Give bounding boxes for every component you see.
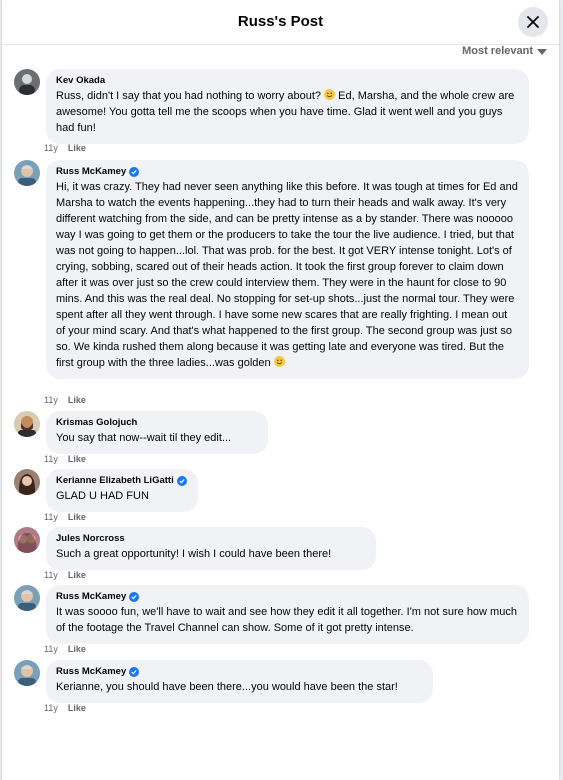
like-button[interactable]: Like — [68, 644, 86, 654]
like-button[interactable]: Like — [68, 454, 86, 464]
dialog-title: Russ's Post — [237, 13, 324, 30]
comment-bubble: Kev Okada Russ, didn't I say that you ha… — [46, 69, 529, 144]
comment-time[interactable]: 11y — [44, 703, 58, 713]
author-name[interactable]: Kev Okada — [56, 74, 105, 87]
avatar[interactable] — [14, 585, 40, 611]
comment-bubble: Russ McKamey It was soooo fun, we'll hav… — [46, 585, 529, 644]
avatar[interactable] — [14, 69, 40, 95]
comment-meta: 11y Like — [44, 570, 86, 580]
verified-badge-icon — [176, 475, 187, 486]
comment-meta: 11y Like — [44, 512, 86, 522]
comment-bubble: Jules Norcross Such a great opportunity!… — [46, 527, 376, 570]
like-button[interactable]: Like — [68, 703, 86, 713]
verified-badge-icon — [129, 166, 140, 177]
author-name[interactable]: Kerianne Elizabeth LiGatti — [56, 474, 174, 487]
comment-text: You say that now--wait til they edit... — [56, 432, 232, 444]
comment-text: Hi, it was crazy. They had never seen an… — [56, 179, 519, 371]
comment-author[interactable]: Russ McKamey — [56, 665, 423, 678]
comment-time[interactable]: 11y — [44, 395, 58, 405]
author-name[interactable]: Russ McKamey — [56, 665, 126, 678]
close-button[interactable] — [518, 7, 548, 37]
like-button[interactable]: Like — [68, 570, 86, 580]
like-button[interactable]: Like — [68, 512, 86, 522]
comment-time[interactable]: 11y — [44, 644, 58, 654]
comment-author[interactable]: Krismas Golojuch — [56, 416, 258, 429]
like-button[interactable]: Like — [68, 143, 86, 153]
verified-badge-icon — [129, 666, 140, 677]
avatar[interactable] — [14, 411, 40, 437]
comment-text: Russ, didn't I say that you had nothing … — [56, 88, 519, 136]
post-dialog: Russ's Post Most relevant Kev Okada Russ… — [2, 0, 559, 780]
avatar[interactable] — [14, 469, 40, 495]
comment-author[interactable]: Russ McKamey — [56, 165, 519, 178]
dialog-header: Russ's Post — [2, 0, 559, 45]
comment-author[interactable]: Kerianne Elizabeth LiGatti — [56, 474, 188, 487]
comment-author[interactable]: Russ McKamey — [56, 590, 519, 603]
sort-label: Most relevant — [462, 45, 533, 57]
comment-bubble: Krismas Golojuch You say that now--wait … — [46, 411, 268, 454]
smile-emoji-icon — [273, 356, 285, 367]
comment-time[interactable]: 11y — [44, 143, 58, 153]
comment-text: It was soooo fun, we'll have to wait and… — [56, 606, 517, 634]
comment-author[interactable]: Jules Norcross — [56, 532, 366, 545]
close-icon — [527, 16, 539, 28]
comment-bubble: Kerianne Elizabeth LiGatti GLAD U HAD FU… — [46, 469, 198, 512]
comment-meta: 11y Like — [44, 454, 86, 464]
comment-bubble: Russ McKamey Hi, it was crazy. They had … — [46, 160, 529, 379]
verified-badge-icon — [129, 591, 140, 602]
comment-author[interactable]: Kev Okada — [56, 74, 519, 87]
comment-text: GLAD U HAD FUN — [56, 490, 149, 502]
author-name[interactable]: Russ McKamey — [56, 165, 126, 178]
comment-time[interactable]: 11y — [44, 570, 58, 580]
text-part: Russ, didn't I say that you had nothing … — [56, 90, 325, 102]
caret-down-icon — [537, 48, 547, 55]
comment-bubble: Russ McKamey Kerianne, you should have b… — [46, 660, 433, 703]
comment-text: Such a great opportunity! I wish I could… — [56, 548, 332, 560]
sort-dropdown[interactable]: Most relevant — [462, 45, 547, 57]
avatar[interactable] — [14, 660, 40, 686]
comment-text: Kerianne, you should have been there...y… — [56, 681, 398, 693]
smile-emoji-icon — [324, 89, 336, 100]
comment-meta: 11y Like — [44, 644, 86, 654]
comment-time[interactable]: 11y — [44, 512, 58, 522]
comment-meta: 11y Like — [44, 703, 86, 713]
avatar[interactable] — [14, 527, 40, 553]
comment-time[interactable]: 11y — [44, 454, 58, 464]
author-name[interactable]: Jules Norcross — [56, 532, 125, 545]
like-button[interactable]: Like — [68, 395, 86, 405]
text-part: Hi, it was crazy. They had never seen an… — [56, 181, 518, 369]
comment-meta: 11y Like — [44, 395, 86, 405]
comment-meta: 11y Like — [44, 143, 86, 153]
avatar[interactable] — [14, 160, 40, 186]
author-name[interactable]: Krismas Golojuch — [56, 416, 137, 429]
author-name[interactable]: Russ McKamey — [56, 590, 126, 603]
